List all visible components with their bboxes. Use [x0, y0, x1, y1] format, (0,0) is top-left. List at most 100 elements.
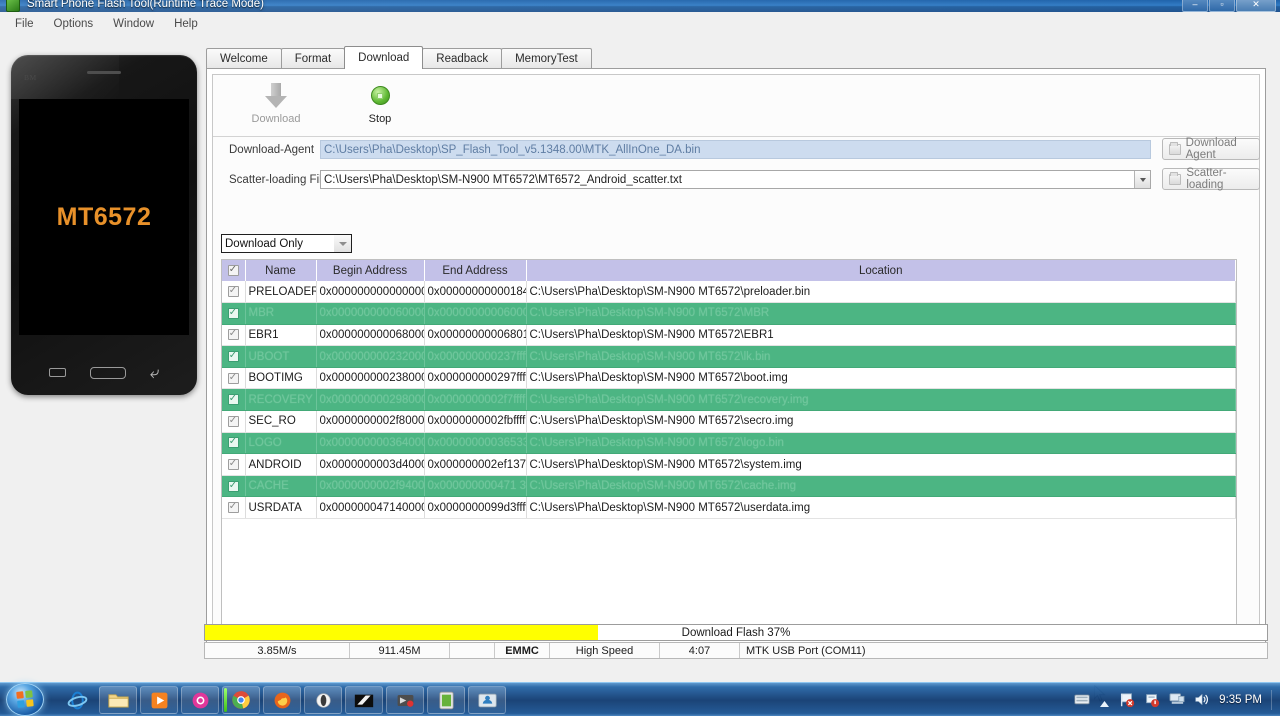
cell-end-address: 0x00000000000184af	[424, 281, 527, 304]
status-mode: High Speed	[550, 643, 660, 658]
header-location[interactable]: Location	[526, 260, 1236, 281]
internet-explorer-icon[interactable]	[58, 686, 96, 714]
keyboard-icon[interactable]	[1074, 692, 1090, 708]
cell-end-address: 0x0000000099d3ffff	[424, 496, 527, 520]
row-checkbox-cell[interactable]	[222, 367, 246, 390]
action-center-flag-icon[interactable]	[1119, 692, 1135, 708]
google-chrome-icon[interactable]	[222, 686, 260, 714]
scatter-file-field[interactable]: C:\Users\Pha\Desktop\SM-N900 MT6572\MT65…	[320, 170, 1151, 189]
application-body: BM MT6572 ⤷ Welcome Format Download Read…	[0, 34, 1280, 702]
media-player-icon[interactable]	[140, 686, 178, 714]
cell-end-address: 0x000000000060001ff	[424, 302, 527, 325]
tab-memorytest[interactable]: MemoryTest	[501, 48, 592, 69]
table-row[interactable]: LOGO0x00000000036400000x00000000036533ff…	[222, 432, 1236, 455]
notify-window-icon[interactable]	[386, 686, 424, 714]
table-row[interactable]: SEC_RO0x0000000002f800000x0000000002fbff…	[222, 410, 1236, 433]
header-begin-address[interactable]: Begin Address	[316, 260, 425, 281]
row-checkbox-cell[interactable]	[222, 410, 246, 433]
scatter-file-value: C:\Users\Pha\Desktop\SM-N900 MT6572\MT65…	[324, 173, 682, 186]
select-all-checkbox[interactable]	[227, 263, 239, 276]
row-checkbox-cell[interactable]	[222, 432, 246, 455]
row-checkbox[interactable]	[227, 371, 239, 384]
app-pink-icon[interactable]	[181, 686, 219, 714]
row-checkbox-cell[interactable]	[222, 302, 246, 325]
taskbar-clock[interactable]: 9:35 PM	[1219, 694, 1262, 706]
cell-begin-address: 0x0000000000000000	[316, 281, 425, 304]
row-checkbox-cell[interactable]	[222, 324, 246, 347]
alert-icon[interactable]	[1144, 692, 1160, 708]
download-button[interactable]: Download	[234, 83, 318, 125]
table-row[interactable]: CACHE0x0000000002f9400000x000000000471 3…	[222, 475, 1236, 498]
volume-icon[interactable]	[1194, 692, 1210, 708]
window-controls: – ▫ ✕	[1182, 0, 1276, 12]
table-row[interactable]: PRELOADER0x00000000000000000x00000000000…	[222, 281, 1236, 304]
scatter-file-row: Scatter-loading File C:\Users\Pha\Deskto…	[213, 166, 1260, 195]
download-button-label: Download	[251, 113, 301, 125]
chevron-down-icon[interactable]	[1134, 171, 1150, 188]
row-checkbox-cell[interactable]	[222, 475, 246, 498]
stop-button[interactable]: Stop	[338, 83, 422, 125]
chevron-down-icon[interactable]	[334, 235, 351, 252]
row-checkbox-cell[interactable]	[222, 281, 246, 304]
chevron-up-icon[interactable]	[1099, 695, 1110, 707]
network-icon[interactable]	[1169, 692, 1185, 708]
download-mode-select[interactable]: Download Only	[221, 234, 352, 253]
table-row[interactable]: RECOVERY0x00000000029800000x0000000002f7…	[222, 388, 1236, 412]
table-row[interactable]: EBR10x00000000006800000x00000000006801ff…	[222, 324, 1236, 347]
phone-key-row: ⤷	[11, 363, 197, 382]
cell-end-address: 0x00000000036533fff	[424, 432, 527, 455]
header-name[interactable]: Name	[245, 260, 317, 281]
minimize-button[interactable]: –	[1182, 0, 1208, 12]
maximize-button[interactable]: ▫	[1209, 0, 1235, 12]
table-row[interactable]: BOOTIMG0x00000000023800000x000000000297f…	[222, 367, 1236, 390]
tab-format[interactable]: Format	[280, 48, 346, 69]
download-agent-browse-button[interactable]: Download Agent	[1162, 137, 1260, 161]
row-checkbox-cell[interactable]	[222, 345, 246, 368]
opera-icon[interactable]	[304, 686, 342, 714]
row-checkbox[interactable]	[227, 327, 239, 341]
row-checkbox-cell[interactable]	[222, 388, 246, 412]
row-checkbox-cell[interactable]	[222, 496, 246, 520]
scatter-loading-browse-button[interactable]: Scatter-loading	[1162, 167, 1260, 191]
header-select-all[interactable]	[222, 260, 246, 281]
row-checkbox[interactable]	[227, 479, 239, 492]
row-checkbox[interactable]	[227, 500, 239, 514]
tab-strip: Welcome Format Download Readback MemoryT…	[206, 46, 1266, 69]
file-explorer-icon[interactable]	[99, 686, 137, 714]
row-checkbox[interactable]	[227, 349, 239, 363]
row-checkbox[interactable]	[227, 457, 239, 471]
start-button[interactable]	[6, 683, 44, 716]
download-agent-field[interactable]: C:\Users\Pha\Desktop\SP_Flash_Tool_v5.13…	[320, 140, 1151, 159]
menu-options[interactable]: Options	[45, 16, 103, 32]
download-agent-button-label: Download Agent	[1185, 137, 1237, 161]
tab-download[interactable]: Download	[344, 46, 424, 69]
tab-readback[interactable]: Readback	[422, 48, 503, 69]
row-checkbox[interactable]	[227, 284, 239, 298]
row-checkbox[interactable]	[227, 414, 239, 427]
flash-tool-icon[interactable]	[345, 686, 383, 714]
phone-speaker-icon	[87, 71, 121, 74]
table-row[interactable]: UBOOT0x00000000023200000x000000000237fff…	[222, 345, 1236, 368]
menu-help[interactable]: Help	[165, 16, 207, 32]
firefox-icon[interactable]	[263, 686, 301, 714]
show-desktop-button[interactable]	[1271, 690, 1272, 710]
table-row[interactable]: MBR0x00000000006000000x000000000060001ff…	[222, 302, 1236, 325]
menu-file[interactable]: File	[6, 16, 43, 32]
tab-welcome[interactable]: Welcome	[206, 48, 282, 69]
cell-name: MBR	[245, 302, 317, 325]
green-app-icon[interactable]	[427, 686, 465, 714]
partition-table-container[interactable]: Name Begin Address End Address Location …	[221, 259, 1237, 634]
header-end-address[interactable]: End Address	[424, 260, 527, 281]
row-checkbox[interactable]	[227, 306, 239, 319]
row-checkbox[interactable]	[227, 392, 239, 406]
cell-location: C:\Users\Pha\Desktop\SM-N900 MT6572\prel…	[526, 281, 1236, 304]
table-row[interactable]: ANDROID0x0000000003d400000x000000002ef13…	[222, 453, 1236, 476]
menu-window[interactable]: Window	[104, 16, 163, 32]
scatter-button-label: Scatter-loading	[1186, 167, 1227, 191]
table-row[interactable]: USRDATA0x0000000471400000x0000000099d3ff…	[222, 496, 1236, 520]
row-checkbox-cell[interactable]	[222, 453, 246, 476]
row-checkbox[interactable]	[227, 435, 239, 449]
close-button[interactable]: ✕	[1236, 0, 1276, 12]
blue-app-icon[interactable]	[468, 686, 506, 714]
status-elapsed: 4:07	[660, 643, 740, 658]
